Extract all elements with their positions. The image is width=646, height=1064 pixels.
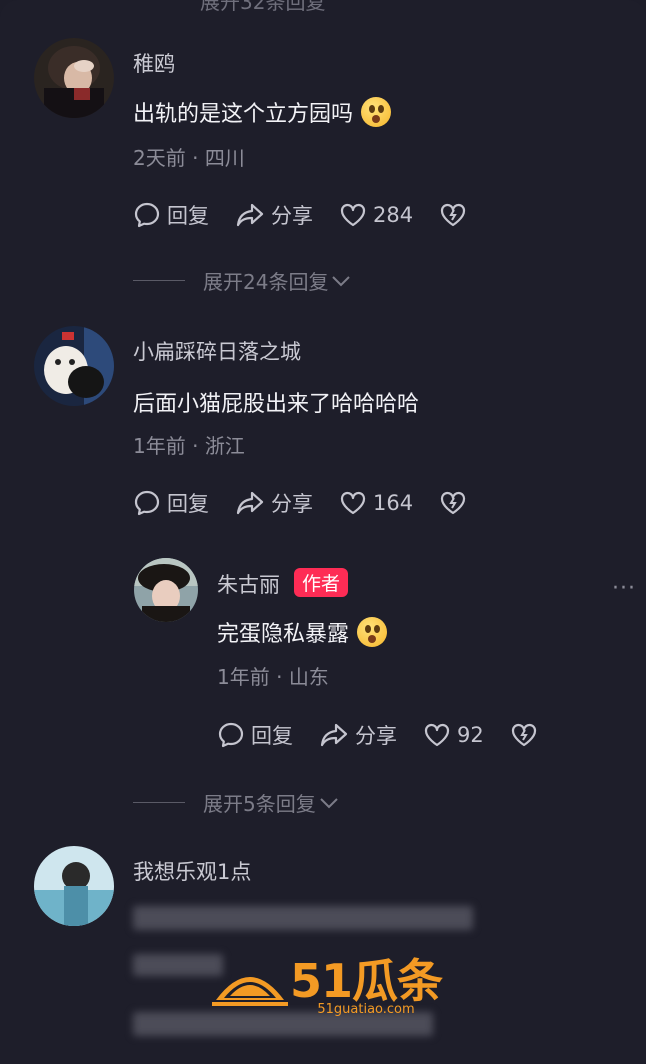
avatar[interactable] <box>34 326 114 406</box>
reply-avatar[interactable] <box>134 558 198 622</box>
reply-button[interactable]: 回复 <box>133 488 209 518</box>
heart-icon <box>340 491 366 515</box>
divider-line <box>133 280 185 281</box>
broken-heart-icon <box>511 723 536 747</box>
comment-actions: 回复 分享 164 <box>133 488 499 518</box>
expand-replies-button[interactable]: 展开5条回复 <box>133 788 340 817</box>
meta-separator: · <box>192 146 199 170</box>
watermark-text: 51瓜条 <box>290 954 443 1008</box>
expand-replies-label: 展开5条回复 <box>203 792 316 816</box>
reply-meta: 1年前 · 山东 <box>217 661 329 690</box>
comment-bubble-icon <box>134 490 160 516</box>
blurred-comment-text <box>133 906 473 930</box>
comment-meta: 1年前 · 浙江 <box>133 430 245 459</box>
reply-label: 回复 <box>167 204 209 228</box>
reply-time: 1年前 <box>217 665 270 689</box>
reply-label: 回复 <box>251 724 293 748</box>
like-count: 284 <box>373 203 414 227</box>
expand-replies-label: 展开24条回复 <box>203 270 329 294</box>
comment-panel: 展开32条回复 稚鸥 出轨的是这个立方园吗 2天前 · 四川 回复 分享 284… <box>0 0 646 1064</box>
surprised-emoji-icon <box>361 97 392 127</box>
comment-bubble-icon <box>218 722 244 748</box>
like-button[interactable]: 92 <box>423 722 484 748</box>
comment-location: 浙江 <box>204 434 245 458</box>
heart-icon <box>424 723 450 747</box>
like-count: 164 <box>373 491 414 515</box>
like-count: 92 <box>457 723 484 747</box>
expand-replies-button[interactable]: 展开24条回复 <box>133 266 352 295</box>
chevron-down-icon <box>320 797 338 808</box>
avatar[interactable] <box>34 846 114 926</box>
watermark-logo: 51瓜条 51guatiao.com <box>210 954 443 1017</box>
comment-bubble-icon <box>134 202 160 228</box>
shocked-emoji-icon <box>357 617 388 647</box>
comment-text-content: 出轨的是这个立方园吗 <box>133 102 354 127</box>
comment-meta: 2天前 · 四川 <box>133 142 245 171</box>
reply-location: 山东 <box>288 665 329 689</box>
chevron-down-icon <box>332 275 351 286</box>
comment-time: 2天前 <box>133 146 186 170</box>
reply-label: 回复 <box>167 492 209 516</box>
reply-button[interactable]: 回复 <box>217 720 293 750</box>
share-arrow-icon <box>236 203 264 227</box>
share-label: 分享 <box>271 492 313 516</box>
broken-heart-icon <box>440 203 466 227</box>
username[interactable]: 我想乐观1点 <box>133 856 251 886</box>
melon-slice-icon <box>212 976 288 1006</box>
share-button[interactable]: 分享 <box>235 200 313 230</box>
comment-text: 出轨的是这个立方园吗 <box>133 96 392 128</box>
more-dots-icon[interactable]: ··· <box>612 576 636 601</box>
author-badge: 作者 <box>294 568 349 597</box>
username[interactable]: 小扁踩碎日落之城 <box>133 336 301 366</box>
share-button[interactable]: 分享 <box>235 488 313 518</box>
expand-replies-partial[interactable]: 展开32条回复 <box>200 0 325 15</box>
share-label: 分享 <box>271 204 313 228</box>
reply-username-text[interactable]: 朱古丽 <box>217 573 280 597</box>
share-button[interactable]: 分享 <box>319 720 397 750</box>
heart-icon <box>340 203 366 227</box>
share-arrow-icon <box>236 491 264 515</box>
broken-heart-icon <box>440 491 466 515</box>
comment-location: 四川 <box>204 146 245 170</box>
reply-text: 完蛋隐私暴露 <box>217 616 388 648</box>
comment-text: 后面小猫屁股出来了哈哈哈哈 <box>133 392 420 417</box>
avatar[interactable] <box>34 38 114 118</box>
reply-button[interactable]: 回复 <box>133 200 209 230</box>
divider-line <box>133 802 185 803</box>
like-button[interactable]: 164 <box>339 490 413 516</box>
like-button[interactable]: 284 <box>339 202 413 228</box>
share-arrow-icon <box>320 723 348 747</box>
watermark-text-block: 51瓜条 51guatiao.com <box>290 954 443 1017</box>
share-label: 分享 <box>355 724 397 748</box>
reply-actions: 回复 分享 92 <box>217 720 570 750</box>
dislike-button[interactable] <box>510 722 544 748</box>
dislike-button[interactable] <box>439 202 473 228</box>
username[interactable]: 稚鸥 <box>133 48 175 78</box>
reply-text-content: 完蛋隐私暴露 <box>217 622 350 647</box>
meta-separator: · <box>192 434 199 458</box>
comment-time: 1年前 <box>133 434 186 458</box>
dislike-button[interactable] <box>439 490 473 516</box>
comment-actions: 回复 分享 284 <box>133 200 499 230</box>
reply-username: 朱古丽 作者 <box>217 568 349 599</box>
meta-separator: · <box>276 665 283 689</box>
